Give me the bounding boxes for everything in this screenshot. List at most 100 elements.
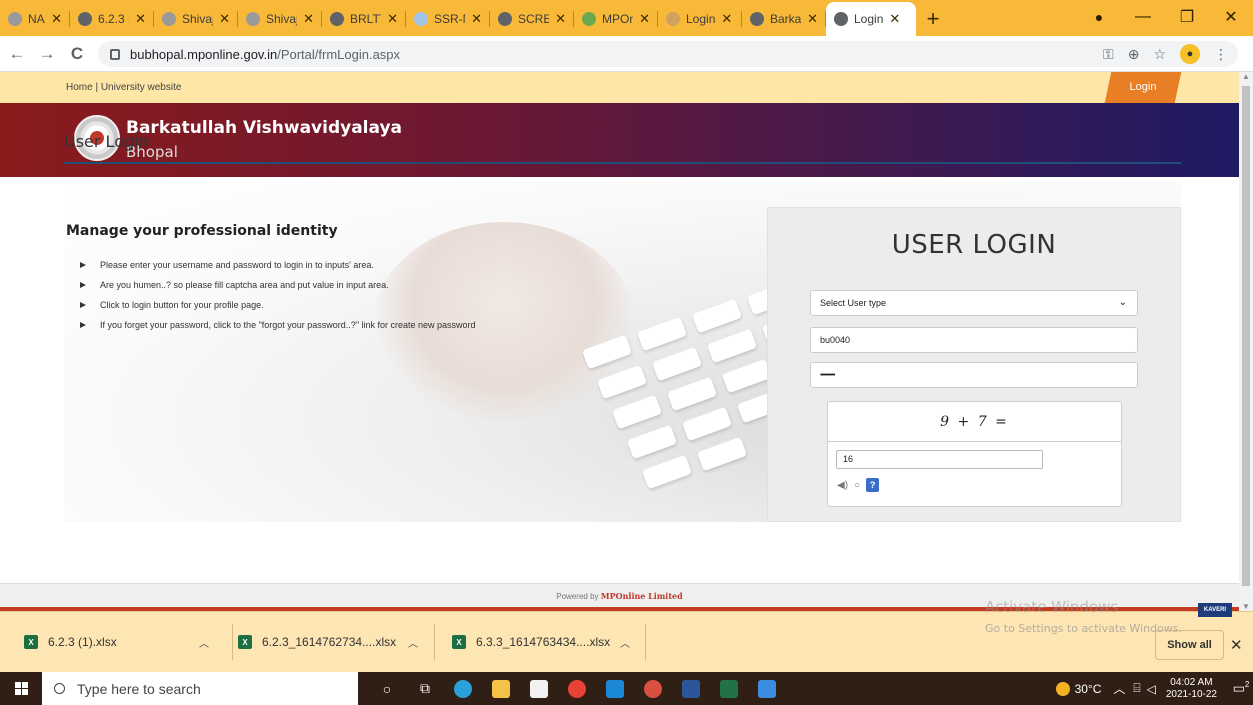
browser-tab[interactable]: NAAC ✕	[0, 2, 70, 36]
page-viewport: Home | University website Login Barkatul…	[0, 72, 1239, 611]
tab-close-icon[interactable]: ✕	[555, 11, 566, 27]
instruction-text: If you forget your password, click to th…	[100, 320, 476, 330]
instruction-text: Are you humen..? so please fill captcha …	[100, 280, 389, 290]
network-icon[interactable]: ⌸	[1133, 681, 1140, 696]
login-tab[interactable]: Login	[1104, 72, 1182, 103]
key-icon[interactable]: ⚿	[1103, 46, 1114, 63]
tab-close-icon[interactable]: ✕	[51, 11, 62, 27]
browser-tab[interactable]: 6.2.3 S ✕	[70, 2, 154, 36]
tab-favicon-icon	[246, 12, 260, 26]
username-input[interactable]: bu0040	[810, 327, 1138, 353]
footer-prefix: Powered by	[556, 592, 599, 601]
app-icon[interactable]	[634, 672, 672, 705]
user-type-select[interactable]: Select User type ⌄	[810, 290, 1138, 316]
volume-icon[interactable]: ◁	[1147, 682, 1156, 696]
browser-tab[interactable]: MPOn ✕	[574, 2, 658, 36]
tab-close-icon[interactable]: ✕	[135, 11, 146, 27]
notification-center-button[interactable]: ▭2	[1229, 680, 1253, 696]
download-item[interactable]: X 6.2.3 (1).xlsx ︿	[24, 624, 234, 660]
tab-close-icon[interactable]: ✕	[387, 11, 398, 27]
captcha-question: 9 + 7 =	[828, 402, 1121, 442]
lock-icon[interactable]	[110, 48, 120, 60]
browser-tab[interactable]: Barkat ✕	[742, 2, 826, 36]
back-button[interactable]: ←	[4, 44, 30, 64]
arrow-bullet-icon	[80, 262, 86, 268]
browser-toolbar: ← → C bubhopal.mponline.gov.in /Portal/f…	[0, 36, 1253, 72]
tab-close-icon[interactable]: ✕	[303, 11, 314, 27]
excel-file-icon: X	[238, 635, 252, 649]
download-shelf: X 6.2.3 (1).xlsx ︿ X 6.2.3_1614762734...…	[0, 611, 1253, 672]
task-view-icon[interactable]: ⧉	[406, 672, 444, 705]
close-icon[interactable]: ✕	[1230, 636, 1243, 654]
excel-icon[interactable]	[710, 672, 748, 705]
scrollbar-thumb[interactable]	[1242, 86, 1250, 586]
tab-close-icon[interactable]: ✕	[639, 11, 650, 27]
captcha-answer-input[interactable]: 16	[836, 450, 1043, 469]
clock-date: 2021-10-22	[1165, 688, 1217, 700]
tab-close-icon[interactable]: ✕	[889, 11, 900, 27]
tab-title: SSR-M	[434, 12, 465, 26]
tab-close-icon[interactable]: ✕	[721, 11, 732, 27]
window-app-icon[interactable]	[748, 672, 786, 705]
reload-button[interactable]: C	[64, 44, 90, 64]
chevron-up-icon[interactable]: ︿	[408, 635, 418, 650]
new-tab-button[interactable]: +	[916, 2, 950, 36]
weather-widget[interactable]: 30°C	[1055, 681, 1101, 696]
divider	[232, 624, 233, 660]
user-login-panel: USER LOGIN Select User type ⌄ bu0040 •••…	[767, 207, 1181, 522]
tab-close-icon[interactable]: ✕	[807, 11, 818, 27]
word-icon[interactable]	[672, 672, 710, 705]
browser-tab[interactable]: Login ✕	[826, 2, 916, 36]
windows-taskbar: Type here to search ○ ⧉ 30°C ︿ ⌸ ◁ 04:02…	[0, 672, 1253, 705]
chrome-icon[interactable]	[558, 672, 596, 705]
show-all-button[interactable]: Show all	[1155, 630, 1224, 660]
forward-button[interactable]: →	[34, 44, 60, 64]
zoom-icon[interactable]: ⊕	[1128, 46, 1140, 63]
browser-tab[interactable]: Shivaji ✕	[238, 2, 322, 36]
close-window-button[interactable]: ✕	[1209, 7, 1253, 27]
download-item[interactable]: X 6.3.3_1614763434....xlsx ︿	[452, 624, 647, 660]
mail-icon[interactable]	[596, 672, 634, 705]
file-explorer-icon[interactable]	[482, 672, 520, 705]
tab-close-icon[interactable]: ✕	[219, 11, 230, 27]
url-host: bubhopal.mponline.gov.in	[130, 46, 278, 62]
profile-circle-icon[interactable]: ●	[1077, 9, 1121, 25]
chevron-up-icon[interactable]: ︿	[199, 635, 209, 650]
scroll-up-arrow-icon[interactable]: ▲	[1242, 72, 1250, 81]
tab-favicon-icon	[750, 12, 764, 26]
browser-tab[interactable]: Login ✕	[658, 2, 742, 36]
maximize-button[interactable]: ❐	[1165, 7, 1209, 27]
store-icon[interactable]	[520, 672, 558, 705]
address-bar[interactable]: bubhopal.mponline.gov.in /Portal/frmLogi…	[98, 41, 1238, 67]
menu-icon[interactable]: ⋮	[1214, 46, 1228, 63]
star-icon[interactable]: ☆	[1153, 46, 1166, 63]
footer-brand-logo[interactable]: MPOnline Limited	[601, 591, 683, 601]
minimize-button[interactable]: —	[1121, 8, 1165, 26]
page-scrollbar[interactable]: ▲ ▼	[1239, 72, 1253, 611]
list-item: Please enter your username and password …	[80, 255, 476, 275]
system-tray: 30°C ︿ ⌸ ◁ 04:02 AM 2021-10-22 ▭2	[1055, 672, 1253, 705]
profile-avatar[interactable]: ●	[1180, 44, 1200, 64]
refresh-icon[interactable]: ○	[854, 480, 860, 491]
browser-tab[interactable]: SCREE ✕	[490, 2, 574, 36]
cortana-icon[interactable]: ○	[368, 672, 406, 705]
download-item[interactable]: X 6.2.3_1614762734....xlsx ︿	[238, 624, 436, 660]
browser-tab[interactable]: BRLTT ✕	[322, 2, 406, 36]
chevron-up-icon[interactable]: ︿	[620, 635, 630, 650]
university-name: Barkatullah Vishwavidyalaya	[126, 118, 403, 138]
help-icon[interactable]: ?	[866, 478, 880, 492]
taskbar-search-box[interactable]: Type here to search	[42, 672, 358, 705]
start-button[interactable]	[0, 682, 42, 695]
top-nav-links[interactable]: Home | University website	[66, 82, 181, 93]
browser-tab[interactable]: Shivaji ✕	[154, 2, 238, 36]
browser-tab[interactable]: SSR-M ✕	[406, 2, 490, 36]
password-input[interactable]: ••••••••••	[810, 362, 1138, 388]
login-panel-title: USER LOGIN	[891, 230, 1057, 260]
chevron-up-icon[interactable]: ︿	[1113, 680, 1125, 697]
tab-close-icon[interactable]: ✕	[471, 11, 482, 27]
scroll-down-arrow-icon[interactable]: ▼	[1242, 602, 1250, 611]
edge-browser-icon[interactable]	[444, 672, 482, 705]
clock[interactable]: 04:02 AM 2021-10-22	[1166, 677, 1217, 701]
arrow-bullet-icon	[80, 282, 86, 288]
audio-speaker-icon[interactable]: ◀)	[837, 480, 848, 491]
